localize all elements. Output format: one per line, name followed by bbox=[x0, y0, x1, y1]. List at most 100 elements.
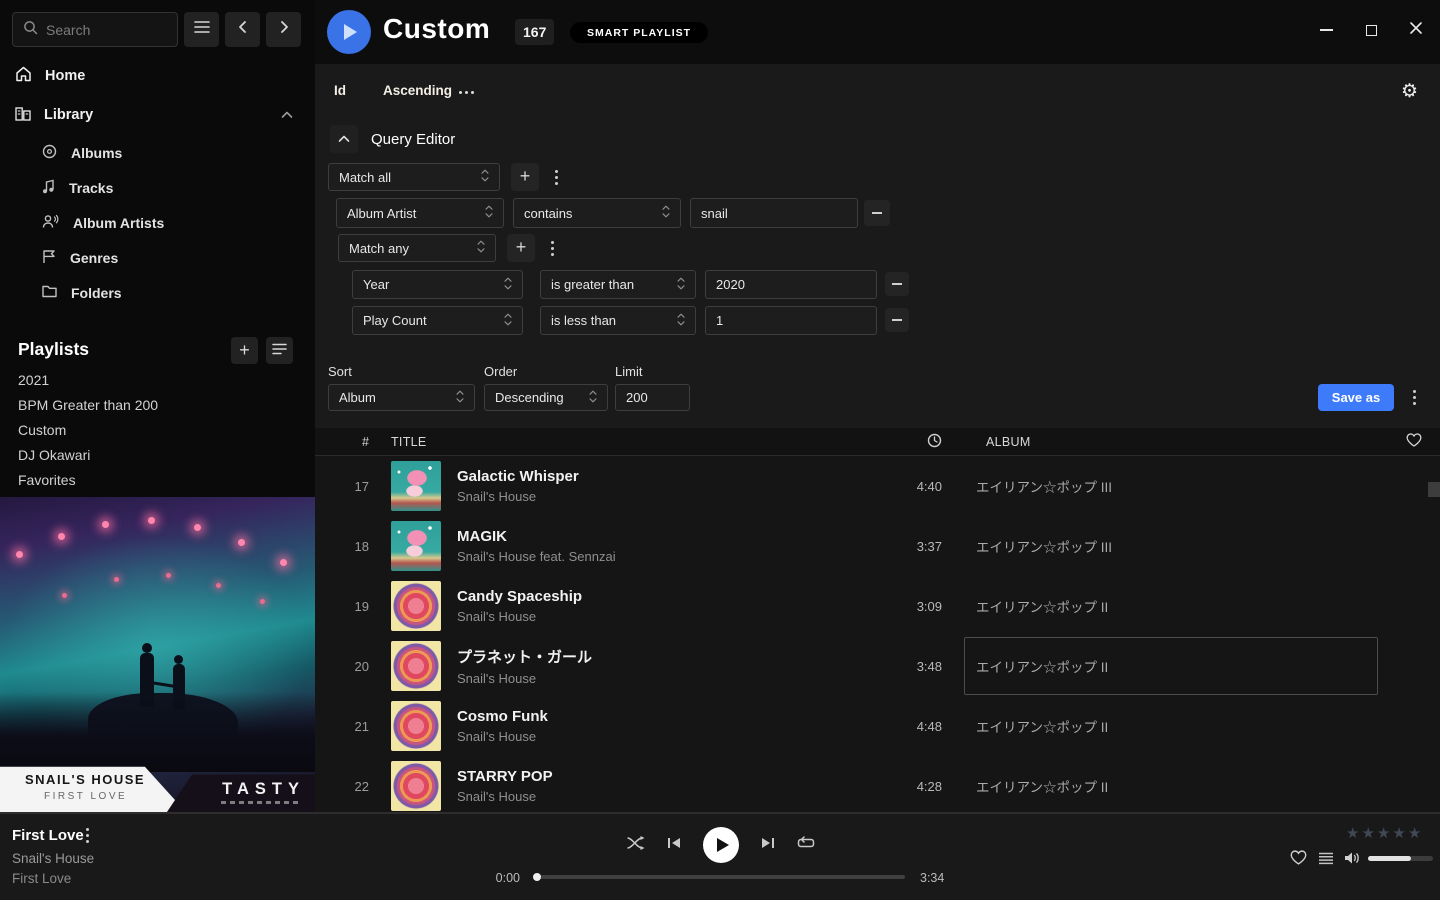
group-menu-button[interactable] bbox=[547, 163, 565, 191]
query-editor-collapse-button[interactable] bbox=[330, 125, 358, 153]
playlist-list-button[interactable] bbox=[266, 337, 293, 364]
seek-slider[interactable] bbox=[535, 875, 905, 879]
add-rule-button[interactable]: + bbox=[507, 234, 535, 262]
sidebar-item-albums[interactable]: Albums bbox=[0, 142, 315, 164]
rule-value-input[interactable] bbox=[716, 277, 866, 292]
save-as-button[interactable]: Save as bbox=[1318, 384, 1394, 411]
gear-icon[interactable]: ⚙ bbox=[1401, 80, 1418, 103]
playlist-item[interactable]: 2021 bbox=[18, 372, 49, 392]
sidebar-item-album-artists[interactable]: Album Artists bbox=[0, 212, 315, 234]
select-value: contains bbox=[524, 206, 572, 221]
playlist-item[interactable]: BPM Greater than 200 bbox=[18, 397, 158, 417]
remove-rule-button[interactable] bbox=[864, 200, 890, 226]
volume-icon[interactable] bbox=[1344, 851, 1361, 870]
now-playing-menu-button[interactable] bbox=[86, 834, 89, 837]
play-playlist-button[interactable] bbox=[327, 10, 371, 54]
column-favorite[interactable] bbox=[1400, 433, 1440, 450]
sort-field-button[interactable]: Id bbox=[334, 83, 346, 98]
star-icon[interactable] bbox=[1346, 824, 1359, 843]
sidebar-item-library[interactable]: Library bbox=[0, 103, 315, 127]
sidebar-item-home[interactable]: Home bbox=[0, 64, 315, 88]
play-button[interactable] bbox=[703, 827, 739, 863]
minimize-button[interactable] bbox=[1318, 22, 1334, 38]
rule-operator-select[interactable]: contains bbox=[513, 198, 681, 228]
table-row[interactable]: 17 Galactic Whisper Snail's House 4:40 エ… bbox=[315, 456, 1440, 516]
track-album[interactable]: エイリアン☆ポップ II bbox=[964, 577, 1378, 635]
page-title: Custom bbox=[383, 13, 490, 45]
previous-button[interactable] bbox=[667, 836, 681, 854]
seek-slider-thumb[interactable] bbox=[533, 873, 541, 881]
rule-operator-select[interactable]: is less than bbox=[540, 306, 696, 335]
sidebar-item-label: Tracks bbox=[69, 180, 113, 196]
match-mode-select[interactable]: Match any bbox=[338, 234, 496, 262]
star-icon[interactable] bbox=[1408, 824, 1421, 843]
order-select[interactable]: Descending bbox=[484, 384, 608, 411]
star-icon[interactable] bbox=[1392, 824, 1405, 843]
table-row[interactable]: 22 STARRY POP Snail's House 4:28 エイリアン☆ポ… bbox=[315, 756, 1440, 812]
track-album[interactable]: エイリアン☆ポップ II bbox=[964, 757, 1378, 812]
add-playlist-button[interactable]: + bbox=[231, 337, 258, 364]
rule-field-select[interactable]: Album Artist bbox=[336, 198, 504, 228]
star-icon[interactable] bbox=[1361, 824, 1374, 843]
remove-rule-button[interactable] bbox=[885, 272, 909, 296]
rule-value-input[interactable] bbox=[716, 313, 866, 328]
column-number[interactable]: # bbox=[315, 435, 369, 449]
group-menu-button[interactable] bbox=[543, 234, 561, 262]
favorite-button[interactable] bbox=[1290, 850, 1307, 870]
rule-value-field[interactable] bbox=[690, 198, 858, 228]
star-icon[interactable] bbox=[1377, 824, 1390, 843]
table-row[interactable]: 21 Cosmo Funk Snail's House 4:48 エイリアン☆ポ… bbox=[315, 696, 1440, 756]
sidebar-item-genres[interactable]: Genres bbox=[0, 247, 315, 269]
next-button[interactable] bbox=[761, 836, 775, 854]
track-album[interactable]: エイリアン☆ポップ II bbox=[964, 637, 1378, 695]
scrollbar-thumb[interactable] bbox=[1428, 482, 1440, 497]
more-options-icon[interactable] bbox=[465, 91, 468, 94]
column-title[interactable]: TITLE bbox=[391, 435, 847, 449]
menu-button[interactable] bbox=[184, 12, 219, 47]
column-duration[interactable] bbox=[847, 433, 942, 451]
sidebar-item-label: Albums bbox=[71, 145, 122, 161]
maximize-button[interactable] bbox=[1363, 22, 1379, 38]
rule-value-input[interactable] bbox=[701, 206, 847, 221]
sort-select[interactable]: Album bbox=[328, 384, 475, 411]
back-button[interactable] bbox=[225, 12, 260, 47]
track-album[interactable]: エイリアン☆ポップ III bbox=[964, 517, 1378, 575]
table-row[interactable]: 18 MAGIK Snail's House feat. Sennzai 3:3… bbox=[315, 516, 1440, 576]
limit-input[interactable] bbox=[626, 390, 679, 405]
rule-field-select[interactable]: Play Count bbox=[352, 306, 523, 335]
match-mode-select[interactable]: Match all bbox=[328, 163, 500, 191]
remove-rule-button[interactable] bbox=[885, 308, 909, 332]
playlist-item[interactable]: Custom bbox=[18, 422, 66, 442]
rule-value-field[interactable] bbox=[705, 270, 877, 299]
playlist-item[interactable]: DJ Okawari bbox=[18, 447, 90, 467]
repeat-button[interactable] bbox=[797, 836, 815, 855]
sort-direction-button[interactable]: Ascending bbox=[383, 83, 452, 98]
updown-chevrons-icon bbox=[481, 169, 489, 185]
add-rule-button[interactable]: + bbox=[511, 163, 539, 191]
table-row[interactable]: 20 プラネット・ガール Snail's House 3:48 エイリアン☆ポッ… bbox=[315, 636, 1440, 696]
track-title: Galactic Whisper bbox=[457, 468, 847, 485]
sidebar-item-folders[interactable]: Folders bbox=[0, 282, 315, 304]
queue-button[interactable] bbox=[1318, 852, 1334, 870]
rating-stars[interactable] bbox=[1346, 824, 1421, 843]
playlist-item[interactable]: Favorites bbox=[18, 472, 76, 492]
shuffle-button[interactable] bbox=[626, 836, 645, 855]
search-input[interactable] bbox=[46, 22, 156, 38]
table-row[interactable]: 19 Candy Spaceship Snail's House 3:09 エイ… bbox=[315, 576, 1440, 636]
now-playing-album-art[interactable]: SNAIL'S HOUSE FIRST LOVE TASTY bbox=[0, 497, 315, 812]
rule-operator-select[interactable]: is greater than bbox=[540, 270, 696, 299]
track-album[interactable]: エイリアン☆ポップ III bbox=[964, 457, 1378, 515]
rule-value-field[interactable] bbox=[705, 306, 877, 335]
limit-field[interactable] bbox=[615, 384, 690, 411]
art-figure bbox=[151, 681, 175, 688]
close-button[interactable] bbox=[1408, 22, 1424, 38]
sidebar-item-tracks[interactable]: Tracks bbox=[0, 177, 315, 199]
chevron-up-icon[interactable] bbox=[281, 107, 293, 123]
column-album[interactable]: ALBUM bbox=[975, 435, 1400, 449]
search-box[interactable] bbox=[12, 12, 178, 47]
save-menu-button[interactable] bbox=[1406, 384, 1422, 411]
rule-field-select[interactable]: Year bbox=[352, 270, 523, 299]
track-album[interactable]: エイリアン☆ポップ II bbox=[964, 697, 1378, 755]
volume-slider[interactable] bbox=[1368, 856, 1433, 861]
forward-button[interactable] bbox=[266, 12, 301, 47]
